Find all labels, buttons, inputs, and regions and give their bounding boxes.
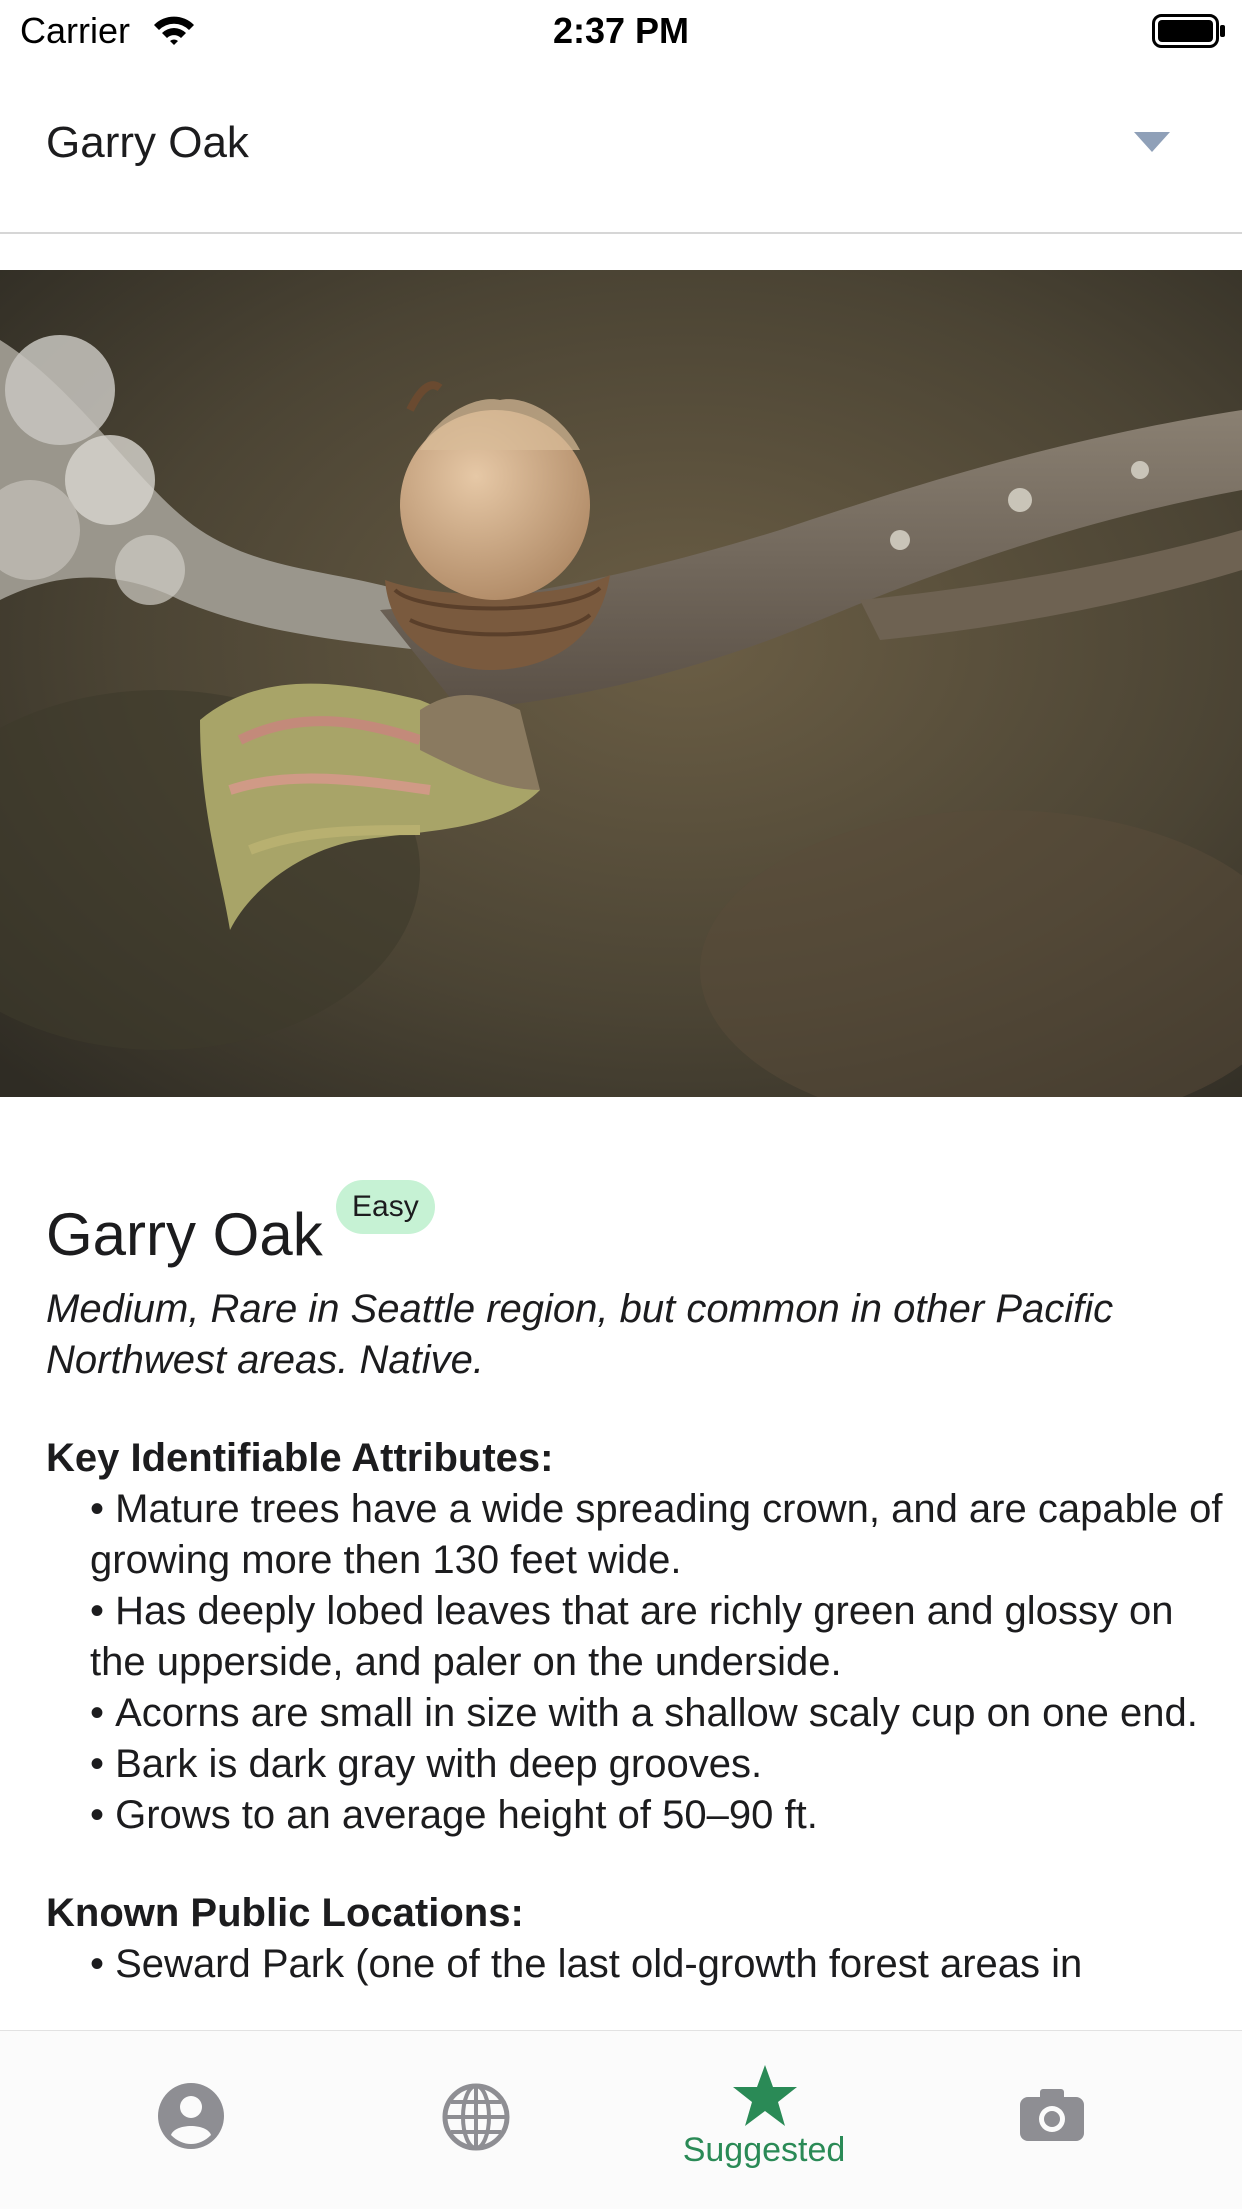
- tab-suggested[interactable]: Suggested: [664, 2031, 864, 2209]
- title-row: Garry Oak Easy: [46, 1170, 1206, 1268]
- chevron-down-icon[interactable]: [1134, 132, 1170, 152]
- species-details: Garry Oak Easy Medium, Rare in Seattle r…: [46, 1170, 1222, 1990]
- list-item: Mature trees have a wide spreading crown…: [90, 1484, 1240, 1586]
- list-item: Has deeply lobed leaves that are richly …: [90, 1586, 1240, 1688]
- species-selector[interactable]: Garry Oak: [0, 90, 1242, 234]
- tab-camera[interactable]: [952, 2031, 1152, 2209]
- species-summary: Medium, Rare in Seattle region, but comm…: [46, 1287, 1114, 1382]
- status-time: 2:37 PM: [552, 10, 690, 51]
- locations-heading: Known Public Locations:: [46, 1891, 524, 1935]
- camera-icon: [1020, 2089, 1084, 2141]
- attributes-list: Mature trees have a wide spreading crown…: [46, 1484, 1240, 1841]
- difficulty-badge: Easy: [336, 1180, 435, 1234]
- tab-map[interactable]: [376, 2031, 576, 2209]
- attributes-heading: Key Identifiable Attributes:: [46, 1436, 554, 1480]
- list-item: Acorns are small in size with a shallow …: [90, 1688, 1240, 1739]
- star-icon: [733, 2065, 797, 2126]
- list-item: Grows to an average height of 50–90 ft.: [90, 1790, 1240, 1841]
- selector-value: Garry Oak: [46, 118, 249, 167]
- species-title: Garry Oak: [46, 1201, 323, 1268]
- tab-bar: Suggested: [0, 2030, 1242, 2209]
- locations-list: Seward Park (one of the last old-growth …: [46, 1939, 1240, 1990]
- globe-icon: [442, 2083, 510, 2151]
- list-item: Seward Park (one of the last old-growth …: [90, 1939, 1240, 1990]
- tab-label: Suggested: [682, 2131, 846, 2169]
- status-bar: Carrier 2:37 PM: [0, 0, 1242, 62]
- species-photo: [0, 270, 1242, 1097]
- battery-icon: [1152, 14, 1225, 48]
- acorn-photo: [0, 270, 1242, 1097]
- person-icon: [158, 2083, 224, 2149]
- tab-profile[interactable]: [91, 2031, 291, 2209]
- list-item: Bark is dark gray with deep grooves.: [90, 1739, 1240, 1790]
